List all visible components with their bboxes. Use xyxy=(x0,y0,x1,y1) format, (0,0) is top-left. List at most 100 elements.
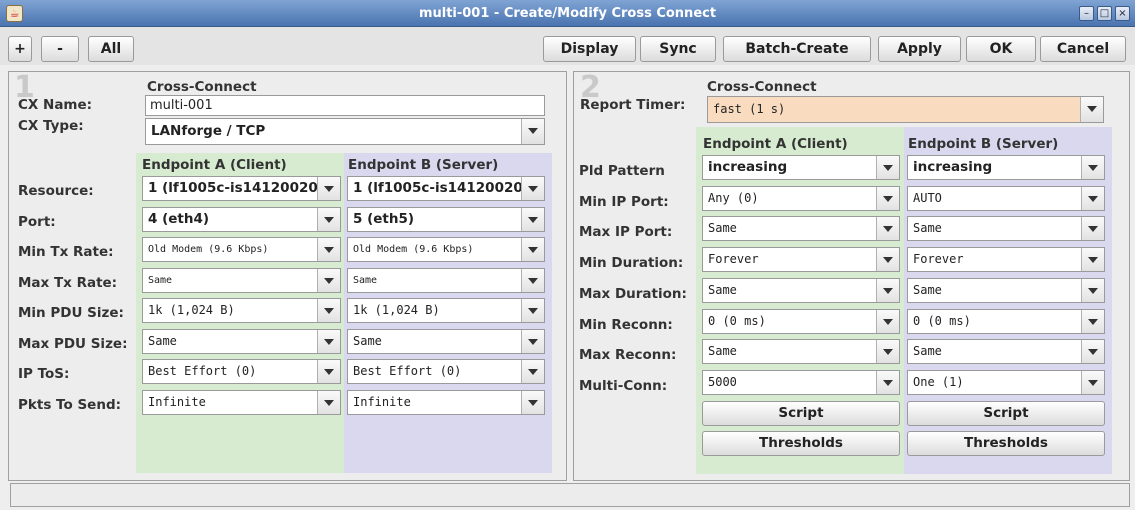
left-endpoint-a-select-7[interactable]: Infinite xyxy=(142,389,341,415)
right-row-label-4: Max Duration: xyxy=(579,285,687,302)
thresholds-button-a[interactable]: Thresholds xyxy=(702,431,900,456)
left-endpoint-a-select-2[interactable]: Old Modem (9.6 Kbps) xyxy=(142,237,341,262)
chevron-down-icon[interactable] xyxy=(1081,156,1104,179)
chevron-down-icon[interactable] xyxy=(521,299,544,322)
left-endpoint-a-select-3[interactable]: Same xyxy=(142,267,341,293)
apply-button[interactable]: Apply xyxy=(878,36,961,62)
right-endpoint-a-select-7[interactable]: 5000 xyxy=(702,369,900,395)
chevron-down-icon[interactable] xyxy=(1081,340,1104,364)
chevron-down-icon[interactable] xyxy=(876,278,899,302)
left-endpoint-a-select-5[interactable]: Same xyxy=(142,328,341,354)
right-endpoint-a-select-5[interactable]: 0 (0 ms) xyxy=(702,308,900,334)
left-endpoint-a-select-1[interactable]: 4 (eth4) xyxy=(142,206,341,232)
cancel-button[interactable]: Cancel xyxy=(1040,36,1126,62)
left-endpoint-b-select-7-value: Infinite xyxy=(353,394,411,409)
right-endpoint-b-select-1[interactable]: AUTO xyxy=(907,185,1105,211)
left-endpoint-a-select-0-value: 1 (lf1005c-is14120020) xyxy=(148,180,324,196)
chevron-down-icon[interactable] xyxy=(876,309,899,333)
chevron-down-icon[interactable] xyxy=(1081,248,1104,272)
left-endpoint-a-select-6[interactable]: Best Effort (0) xyxy=(142,359,341,384)
chevron-down-icon[interactable] xyxy=(1081,217,1104,241)
chevron-down-icon[interactable] xyxy=(317,177,340,200)
maximize-icon[interactable]: □ xyxy=(1097,6,1112,21)
chevron-down-icon[interactable] xyxy=(521,207,544,231)
chevron-down-icon[interactable] xyxy=(876,156,899,179)
chevron-down-icon[interactable] xyxy=(317,390,340,414)
chevron-down-icon[interactable] xyxy=(1081,309,1104,333)
chevron-down-icon[interactable] xyxy=(876,217,899,241)
right-endpoint-a-select-2[interactable]: Same xyxy=(702,216,900,242)
thresholds-button-b[interactable]: Thresholds xyxy=(907,431,1105,456)
right-endpoint-b-select-7[interactable]: One (1) xyxy=(907,369,1105,395)
left-endpoint-b-select-6[interactable]: Best Effort (0) xyxy=(347,359,545,384)
left-endpoint-b-select-3[interactable]: Same xyxy=(347,267,545,293)
right-endpoint-a-select-3[interactable]: Forever xyxy=(702,247,900,273)
all-button[interactable]: All xyxy=(88,36,134,62)
right-endpoint-b-select-0-value: increasing xyxy=(913,159,993,175)
right-endpoint-a-select-4[interactable]: Same xyxy=(702,277,900,303)
chevron-down-icon[interactable] xyxy=(521,360,544,383)
chevron-down-icon[interactable] xyxy=(1081,370,1104,394)
right-endpoint-b-select-0[interactable]: increasing xyxy=(907,155,1105,180)
left-endpoint-a-select-4[interactable]: 1k (1,024 B) xyxy=(142,298,341,323)
chevron-down-icon[interactable] xyxy=(317,207,340,231)
endpoint-a-header: Endpoint A (Client) xyxy=(142,157,287,173)
window-title: multi-001 - Create/Modify Cross Connect xyxy=(418,6,717,21)
chevron-down-icon[interactable] xyxy=(317,238,340,261)
chevron-down-icon[interactable] xyxy=(521,268,544,292)
chevron-down-icon[interactable] xyxy=(521,177,544,200)
cross-connect-header-right: Cross-Connect xyxy=(707,79,817,95)
cx-name-field[interactable]: multi-001 xyxy=(145,95,545,116)
chevron-down-icon[interactable] xyxy=(1081,186,1104,210)
chevron-down-icon[interactable] xyxy=(317,360,340,383)
right-endpoint-b-select-5[interactable]: 0 (0 ms) xyxy=(907,308,1105,334)
left-row-label-1: Port: xyxy=(18,213,56,230)
left-endpoint-b-select-7[interactable]: Infinite xyxy=(347,389,545,415)
left-endpoint-b-select-0[interactable]: 1 (lf1005c-is14120020) xyxy=(347,176,545,201)
chevron-down-icon[interactable] xyxy=(1081,278,1104,302)
report-timer-select[interactable]: fast (1 s) xyxy=(707,96,1104,123)
left-endpoint-b-select-5[interactable]: Same xyxy=(347,328,545,354)
left-row-label-0: Resource: xyxy=(18,183,94,199)
report-timer-value: fast (1 s) xyxy=(713,102,786,116)
left-endpoint-b-select-1[interactable]: 5 (eth5) xyxy=(347,206,545,232)
chevron-down-icon[interactable] xyxy=(876,370,899,394)
cx-type-value: LANforge / TCP xyxy=(151,123,266,139)
minimize-icon[interactable]: – xyxy=(1079,6,1094,21)
left-endpoint-a-select-0[interactable]: 1 (lf1005c-is14120020) xyxy=(142,176,341,201)
chevron-down-icon[interactable] xyxy=(317,329,340,353)
right-endpoint-b-select-6[interactable]: Same xyxy=(907,339,1105,365)
batch-create-button[interactable]: Batch-Create xyxy=(723,36,871,62)
right-endpoint-b-select-2[interactable]: Same xyxy=(907,216,1105,242)
right-endpoint-b-select-4[interactable]: Same xyxy=(907,277,1105,303)
left-endpoint-a-select-4-value: 1k (1,024 B) xyxy=(148,303,235,317)
script-button-b[interactable]: Script xyxy=(907,401,1105,426)
chevron-down-icon[interactable] xyxy=(317,268,340,292)
right-endpoint-a-select-5-value: 0 (0 ms) xyxy=(708,313,766,328)
right-endpoint-a-select-6[interactable]: Same xyxy=(702,339,900,365)
right-endpoint-b-select-4-value: Same xyxy=(913,282,942,297)
left-endpoint-b-select-2[interactable]: Old Modem (9.6 Kbps) xyxy=(347,237,545,262)
chevron-down-icon[interactable] xyxy=(521,390,544,414)
close-icon[interactable]: × xyxy=(1115,6,1130,21)
add-button[interactable]: + xyxy=(8,36,32,62)
chevron-down-icon[interactable] xyxy=(1080,97,1103,122)
chevron-down-icon[interactable] xyxy=(521,119,544,144)
right-endpoint-a-select-1[interactable]: Any (0) xyxy=(702,185,900,211)
sync-button[interactable]: Sync xyxy=(640,36,716,62)
display-button[interactable]: Display xyxy=(543,36,636,62)
remove-button[interactable]: - xyxy=(41,36,79,62)
script-button-a[interactable]: Script xyxy=(702,401,900,426)
left-endpoint-a-select-2-value: Old Modem (9.6 Kbps) xyxy=(148,244,269,255)
right-endpoint-b-select-3[interactable]: Forever xyxy=(907,247,1105,273)
chevron-down-icon[interactable] xyxy=(521,238,544,261)
chevron-down-icon[interactable] xyxy=(876,340,899,364)
chevron-down-icon[interactable] xyxy=(876,248,899,272)
cx-type-select[interactable]: LANforge / TCP xyxy=(145,118,545,145)
right-endpoint-a-select-0[interactable]: increasing xyxy=(702,155,900,180)
chevron-down-icon[interactable] xyxy=(876,186,899,210)
ok-button[interactable]: OK xyxy=(966,36,1036,62)
chevron-down-icon[interactable] xyxy=(317,299,340,322)
left-endpoint-b-select-4[interactable]: 1k (1,024 B) xyxy=(347,298,545,323)
chevron-down-icon[interactable] xyxy=(521,329,544,353)
